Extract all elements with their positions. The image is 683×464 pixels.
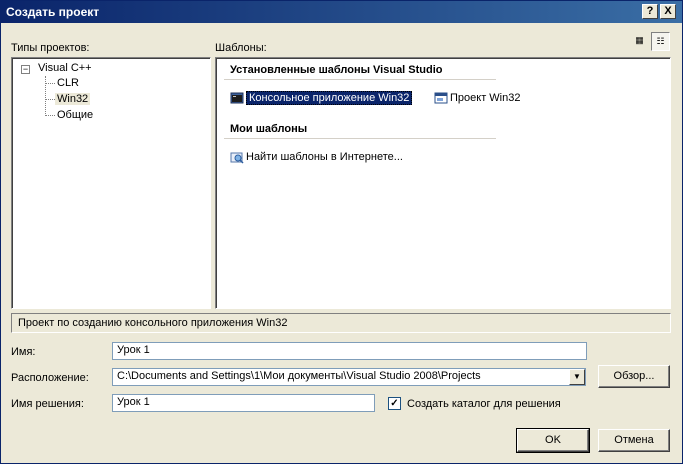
cancel-button[interactable]: Отмена — [598, 429, 670, 452]
tree-item-visual-cpp[interactable]: Visual C++ — [38, 62, 92, 74]
collapse-icon[interactable]: − — [21, 65, 30, 74]
name-label: Имя: — [11, 346, 36, 358]
tree-line — [45, 76, 46, 116]
create-dir-checkbox[interactable]: ✓ — [388, 397, 401, 410]
create-dir-label[interactable]: Создать каталог для решения — [407, 398, 561, 410]
browse-button[interactable]: Обзор... — [598, 365, 670, 388]
tree-item-general[interactable]: Общие — [57, 109, 93, 121]
tree-item-clr[interactable]: CLR — [57, 77, 79, 89]
small-icons-view-icon[interactable]: ☷ — [651, 32, 670, 51]
group-divider — [224, 79, 496, 80]
template-description: Проект по созданию консольного приложени… — [11, 313, 671, 333]
title-bar[interactable]: Создать проект ? X — [1, 1, 682, 23]
template-label: Проект Win32 — [450, 92, 521, 104]
help-button[interactable]: ? — [642, 4, 658, 19]
templates-label: Шаблоны: — [215, 42, 267, 54]
project-types-tree[interactable]: − Visual C++ CLR Win32 Общие — [11, 57, 211, 309]
solution-name-label: Имя решения: — [11, 398, 84, 410]
console-app-icon — [230, 92, 244, 104]
template-label: Консольное приложение Win32 — [246, 91, 413, 105]
templates-list[interactable]: Установленные шаблоны Visual Studio Конс… — [215, 57, 671, 309]
template-win32-project[interactable]: Проект Win32 — [434, 90, 520, 106]
location-combo[interactable]: C:\Documents and Settings\1\Мои документ… — [112, 368, 586, 386]
template-console-app[interactable]: Консольное приложение Win32 — [230, 90, 413, 106]
close-button[interactable]: X — [660, 4, 676, 19]
project-types-label: Типы проектов: — [11, 42, 90, 54]
tree-line — [45, 83, 55, 84]
tree-line — [45, 115, 55, 116]
solution-name-field[interactable]: Урок 1 — [112, 394, 375, 412]
window-title: Создать проект — [6, 5, 100, 19]
group-divider — [224, 138, 496, 139]
location-label: Расположение: — [11, 372, 89, 384]
name-field[interactable]: Урок 1 — [112, 342, 587, 360]
ok-button[interactable]: OK — [516, 428, 590, 453]
win32-project-icon — [434, 92, 448, 104]
new-project-dialog: Создать проект ? X Типы проектов: − Visu… — [0, 0, 683, 464]
template-search-online[interactable]: Найти шаблоны в Интернете... — [230, 149, 403, 165]
search-online-icon — [230, 152, 244, 164]
installed-templates-header: Установленные шаблоны Visual Studio — [230, 64, 443, 76]
large-icons-view-icon[interactable]: ▦ — [630, 32, 649, 51]
my-templates-header: Мои шаблоны — [230, 123, 308, 135]
tree-item-win32[interactable]: Win32 — [55, 93, 91, 105]
template-label: Найти шаблоны в Интернете... — [246, 151, 403, 163]
tree-line — [45, 99, 55, 100]
location-dropdown-arrow-icon[interactable]: ▼ — [569, 369, 585, 385]
